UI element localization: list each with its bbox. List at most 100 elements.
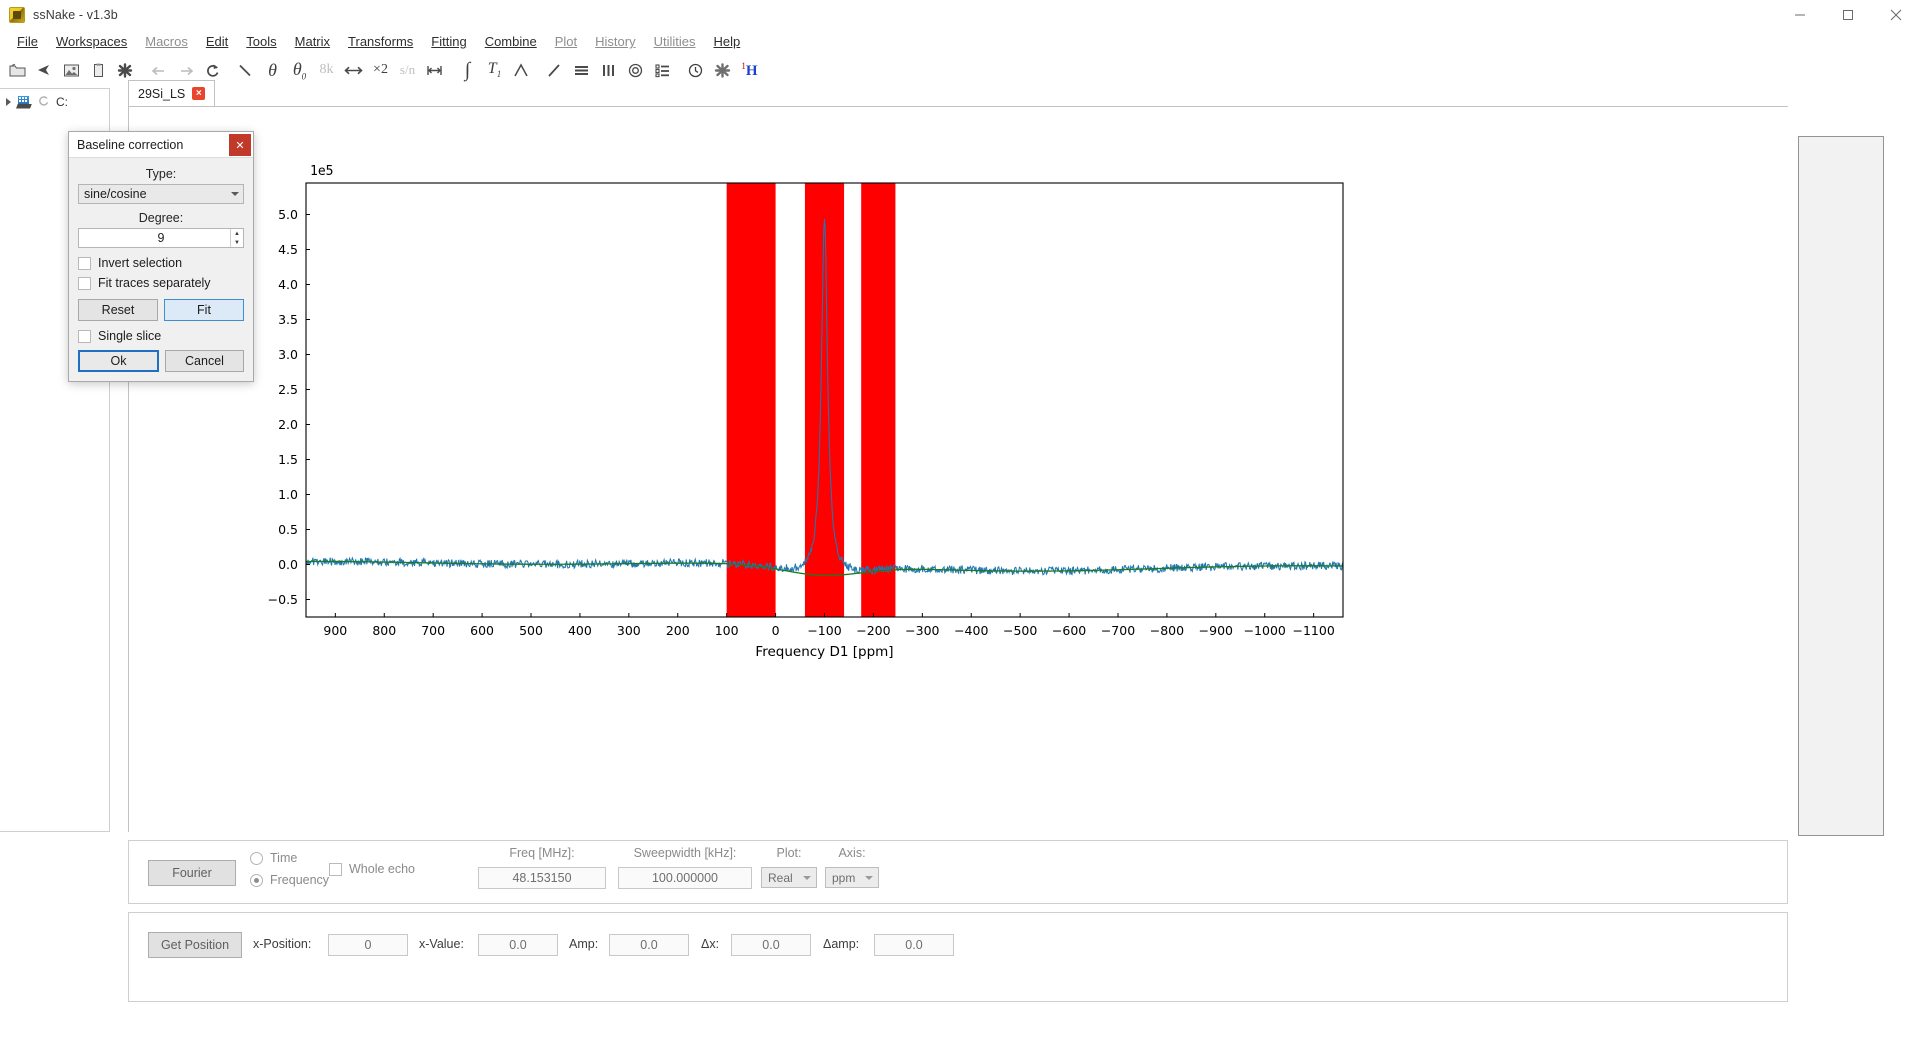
refresh-icon[interactable] <box>37 95 51 109</box>
menu-transforms[interactable]: Transforms <box>339 31 422 53</box>
single-slice-label: Single slice <box>98 329 162 343</box>
menu-tools-label: Tools <box>246 34 277 49</box>
ok-button[interactable]: Ok <box>78 350 159 372</box>
maximize-icon[interactable] <box>1824 0 1872 30</box>
sweepwidth-field[interactable]: 100.000000 <box>618 867 752 889</box>
menu-workspaces-label: Workspaces <box>55 34 128 49</box>
menu-matrix[interactable]: Matrix <box>286 31 339 53</box>
tab-close-icon[interactable]: × <box>192 87 206 100</box>
spectrum-plot-frame[interactable]: 1e5 −0.5 0.0 0.5 1.0 1.5 2.0 2.5 3.0 3.5 4.0 4.5 5.0… <box>128 106 1789 833</box>
time-radio[interactable] <box>250 851 263 865</box>
whole-echo-row[interactable]: Whole echo <box>329 862 415 876</box>
menu-file[interactable]: File <box>8 31 47 53</box>
title-bar: ssNake - v1.3b <box>0 0 1920 30</box>
x-axis-label: Frequency D1 [ppm] <box>755 644 893 660</box>
time-label: Time <box>270 851 298 865</box>
x-tick-label: 600 <box>470 623 494 638</box>
y-tick-label: 2.5 <box>278 382 298 397</box>
chevron-right-icon[interactable] <box>6 98 11 106</box>
minimize-icon[interactable] <box>1776 0 1824 30</box>
single-slice-checkbox[interactable] <box>78 329 91 343</box>
amp-label: Amp: <box>569 937 599 951</box>
get-position-button[interactable]: Get Position <box>148 932 242 958</box>
type-label: Type: <box>145 167 177 181</box>
plot-select[interactable]: Real <box>761 867 817 888</box>
x-value-field[interactable]: 0.0 <box>478 934 558 956</box>
degree-stepper[interactable]: 9 ▲ ▼ <box>78 228 244 248</box>
frequency-radio[interactable] <box>250 873 263 887</box>
fit-button[interactable]: Fit <box>164 299 244 321</box>
cancel-button[interactable]: Cancel <box>165 350 244 372</box>
x-tick-label: 0 <box>772 623 780 638</box>
save-figure-icon[interactable] <box>31 57 58 83</box>
spectrum-plot-area[interactable]: 1e5 −0.5 0.0 0.5 1.0 1.5 2.0 2.5 3.0 3.5 4.0 4.5 5.0… <box>129 107 1789 833</box>
menu-plot-label: Plot <box>554 34 578 49</box>
dialog-body: Type: sine/cosine Degree: 9 ▲ ▼ Invert s… <box>69 158 253 380</box>
x-tick-label: −900 <box>1199 623 1233 638</box>
side-options-panel[interactable] <box>1798 136 1884 836</box>
baseline-correction-dialog[interactable]: Baseline correction ✕ Type: sine/cosine … <box>68 131 254 382</box>
axis-select[interactable]: ppm <box>825 867 879 888</box>
tree-row-drive[interactable]: C: <box>0 89 109 109</box>
x-tick-label: −100 <box>807 623 841 638</box>
menu-combine[interactable]: Combine <box>476 31 546 53</box>
fit-traces-separately-checkbox[interactable] <box>78 276 91 290</box>
degree-stepper-buttons[interactable]: ▲ ▼ <box>230 229 243 247</box>
time-radio-row[interactable]: Time <box>250 851 297 865</box>
menu-utilities[interactable]: Utilities <box>645 31 705 53</box>
damp-field[interactable]: 0.0 <box>874 934 954 956</box>
copy-icon[interactable] <box>85 57 112 83</box>
type-select[interactable]: sine/cosine <box>78 184 244 204</box>
invert-selection-checkbox[interactable] <box>78 256 91 270</box>
open-file-icon[interactable] <box>4 57 31 83</box>
menu-history-label: History <box>595 34 636 49</box>
type-select-value: sine/cosine <box>84 187 147 201</box>
stepper-down-icon[interactable]: ▼ <box>231 238 243 247</box>
amp-field[interactable]: 0.0 <box>609 934 689 956</box>
selection-band <box>861 183 896 617</box>
menu-help[interactable]: Help <box>704 31 749 53</box>
sweepwidth-label: Sweepwidth [kHz]: <box>633 846 737 860</box>
dx-label: Δx: <box>701 937 720 951</box>
freq-field[interactable]: 48.153150 <box>478 867 606 889</box>
menu-workspaces[interactable]: Workspaces <box>47 31 136 53</box>
close-icon[interactable] <box>1872 0 1920 30</box>
frequency-label: Frequency <box>270 873 330 887</box>
menu-plot[interactable]: Plot <box>546 31 586 53</box>
fourier-button[interactable]: Fourier <box>148 860 236 886</box>
x-tick-label: −1000 <box>1244 623 1286 638</box>
whole-echo-checkbox[interactable] <box>329 862 342 876</box>
fourier-control-bar: Fourier Time Frequency Whole echo Freq [… <box>128 840 1788 904</box>
plot-select-value: Real <box>768 870 793 885</box>
dx-field[interactable]: 0.0 <box>731 934 811 956</box>
tab-29si-ls[interactable]: 29Si_LS × <box>128 80 216 106</box>
stepper-up-icon[interactable]: ▲ <box>231 229 243 238</box>
degree-value: 9 <box>157 231 165 245</box>
spectrum-svg[interactable]: 1e5 −0.5 0.0 0.5 1.0 1.5 2.0 2.5 3.0 3.5 4.0 4.5 5.0… <box>129 107 1789 833</box>
reset-button[interactable]: Reset <box>78 299 158 321</box>
damp-label: Δamp: <box>823 937 860 951</box>
invert-selection-row[interactable]: Invert selection <box>78 256 244 270</box>
menu-edit[interactable]: Edit <box>197 31 237 53</box>
single-slice-row[interactable]: Single slice <box>78 329 244 343</box>
x-tick-label: 700 <box>421 623 445 638</box>
chevron-down-icon <box>803 875 811 880</box>
x-tick-label: 100 <box>715 623 739 638</box>
dialog-actions-row: Ok Cancel <box>78 350 244 372</box>
menu-macros[interactable]: Macros <box>136 31 197 53</box>
menu-fitting[interactable]: Fitting <box>422 31 475 53</box>
x-tick-label: −500 <box>1003 623 1037 638</box>
y-tick-label: 4.0 <box>278 277 298 292</box>
x-tick-label: −800 <box>1150 623 1184 638</box>
drive-icon <box>16 95 32 109</box>
fit-traces-separately-row[interactable]: Fit traces separately <box>78 276 244 290</box>
export-image-icon[interactable] <box>58 57 85 83</box>
dialog-close-icon[interactable]: ✕ <box>229 134 251 156</box>
y-tick-label: 0.5 <box>278 522 298 537</box>
frequency-radio-row[interactable]: Frequency <box>250 873 329 887</box>
x-tick-label: −300 <box>905 623 939 638</box>
menu-history[interactable]: History <box>586 31 644 53</box>
x-position-field[interactable]: 0 <box>328 934 408 956</box>
x-tick-label: 500 <box>519 623 543 638</box>
menu-tools[interactable]: Tools <box>237 31 285 53</box>
